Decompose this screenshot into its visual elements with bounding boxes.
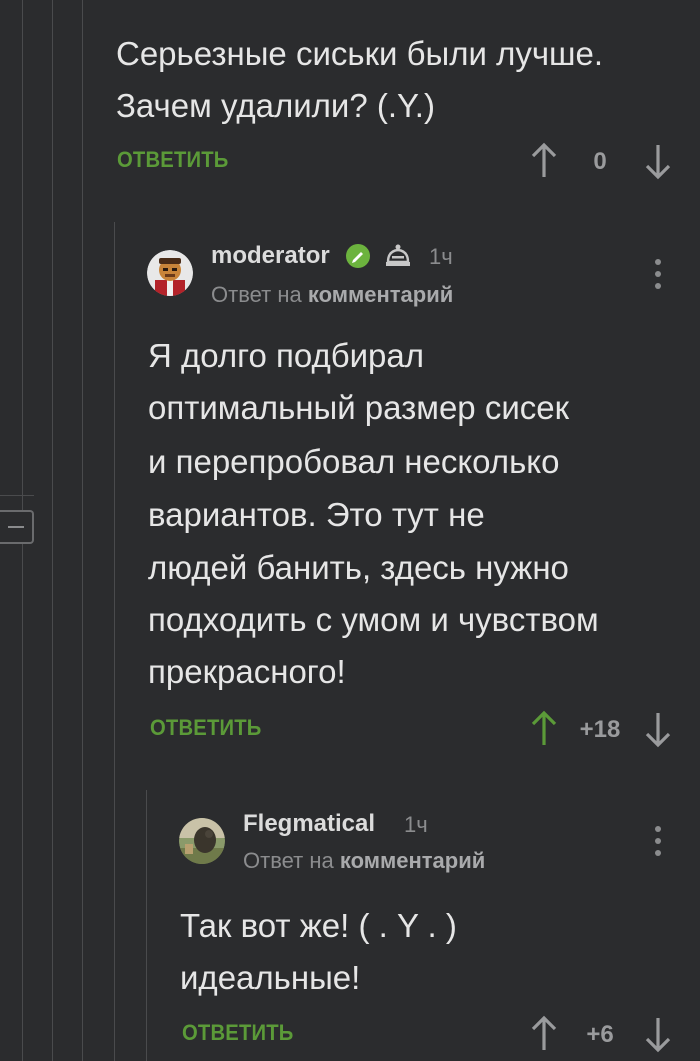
upvote-button[interactable] bbox=[529, 1014, 559, 1054]
thread-line bbox=[146, 790, 147, 1061]
comment-score: +18 bbox=[579, 716, 621, 743]
downvote-button[interactable] bbox=[643, 1014, 673, 1054]
comment-text-line: Я долго подбирал bbox=[148, 337, 425, 374]
arrow-down-icon bbox=[645, 713, 671, 748]
comment-text-line: Зачем удалили? (.Y.) bbox=[116, 87, 435, 124]
username[interactable]: moderator bbox=[211, 242, 330, 270]
reply-button[interactable]: ОТВЕТИТЬ bbox=[150, 715, 262, 741]
reply-to-label: Ответ на комментарий bbox=[243, 848, 485, 874]
comment-text-line: и перепробовал несколько bbox=[148, 443, 560, 480]
moderator-hat-icon bbox=[384, 242, 412, 270]
username[interactable]: Flegmatical bbox=[243, 810, 375, 838]
arrow-down-icon bbox=[645, 1018, 671, 1053]
reply-to-prefix: Ответ на bbox=[211, 282, 302, 307]
collapse-thread-button[interactable] bbox=[0, 510, 34, 544]
reply-to-prefix: Ответ на bbox=[243, 848, 334, 873]
comment-text-line: оптимальный размер сисек bbox=[148, 389, 570, 426]
downvote-button[interactable] bbox=[643, 141, 673, 181]
avatar[interactable] bbox=[179, 818, 225, 864]
comment-text-line: людей банить, здесь нужно bbox=[148, 549, 569, 586]
collapse-connector bbox=[0, 495, 34, 496]
comment-score: 0 bbox=[593, 148, 607, 175]
arrow-up-icon bbox=[531, 710, 557, 745]
thread-line bbox=[82, 0, 83, 1061]
comment-text-line: Серьезные сиськи были лучше. bbox=[116, 35, 604, 72]
arrow-up-icon bbox=[531, 142, 557, 177]
upvote-button[interactable] bbox=[529, 709, 559, 749]
reply-to-link[interactable]: комментарий bbox=[340, 848, 485, 873]
comment-text-line: вариантов. Это тут не bbox=[148, 496, 485, 533]
comment-text-line: прекрасного! bbox=[148, 653, 346, 690]
comment-score: +6 bbox=[586, 1021, 614, 1048]
reply-button[interactable]: ОТВЕТИТЬ bbox=[182, 1020, 294, 1046]
downvote-button[interactable] bbox=[643, 709, 673, 749]
comment-text-line: идеальные! bbox=[180, 959, 361, 996]
thread-line bbox=[52, 0, 53, 1061]
arrow-down-icon bbox=[645, 145, 671, 180]
avatar[interactable] bbox=[147, 250, 193, 296]
thread-line bbox=[114, 222, 115, 1061]
comment-text-line: подходить с умом и чувством bbox=[148, 601, 599, 638]
upvote-button[interactable] bbox=[529, 141, 559, 181]
reply-to-label: Ответ на комментарий bbox=[211, 282, 453, 308]
reply-to-link[interactable]: комментарий bbox=[308, 282, 453, 307]
verified-check-icon bbox=[345, 243, 371, 269]
more-options-icon[interactable] bbox=[652, 826, 662, 860]
comment-text-line: Так вот же! ( . Y . ) bbox=[180, 907, 457, 944]
more-options-icon[interactable] bbox=[652, 259, 662, 293]
arrow-up-icon bbox=[531, 1015, 557, 1050]
reply-button[interactable]: ОТВЕТИТЬ bbox=[117, 147, 229, 173]
comment-time: 1ч bbox=[404, 812, 428, 837]
comment-time: 1ч bbox=[429, 244, 453, 269]
